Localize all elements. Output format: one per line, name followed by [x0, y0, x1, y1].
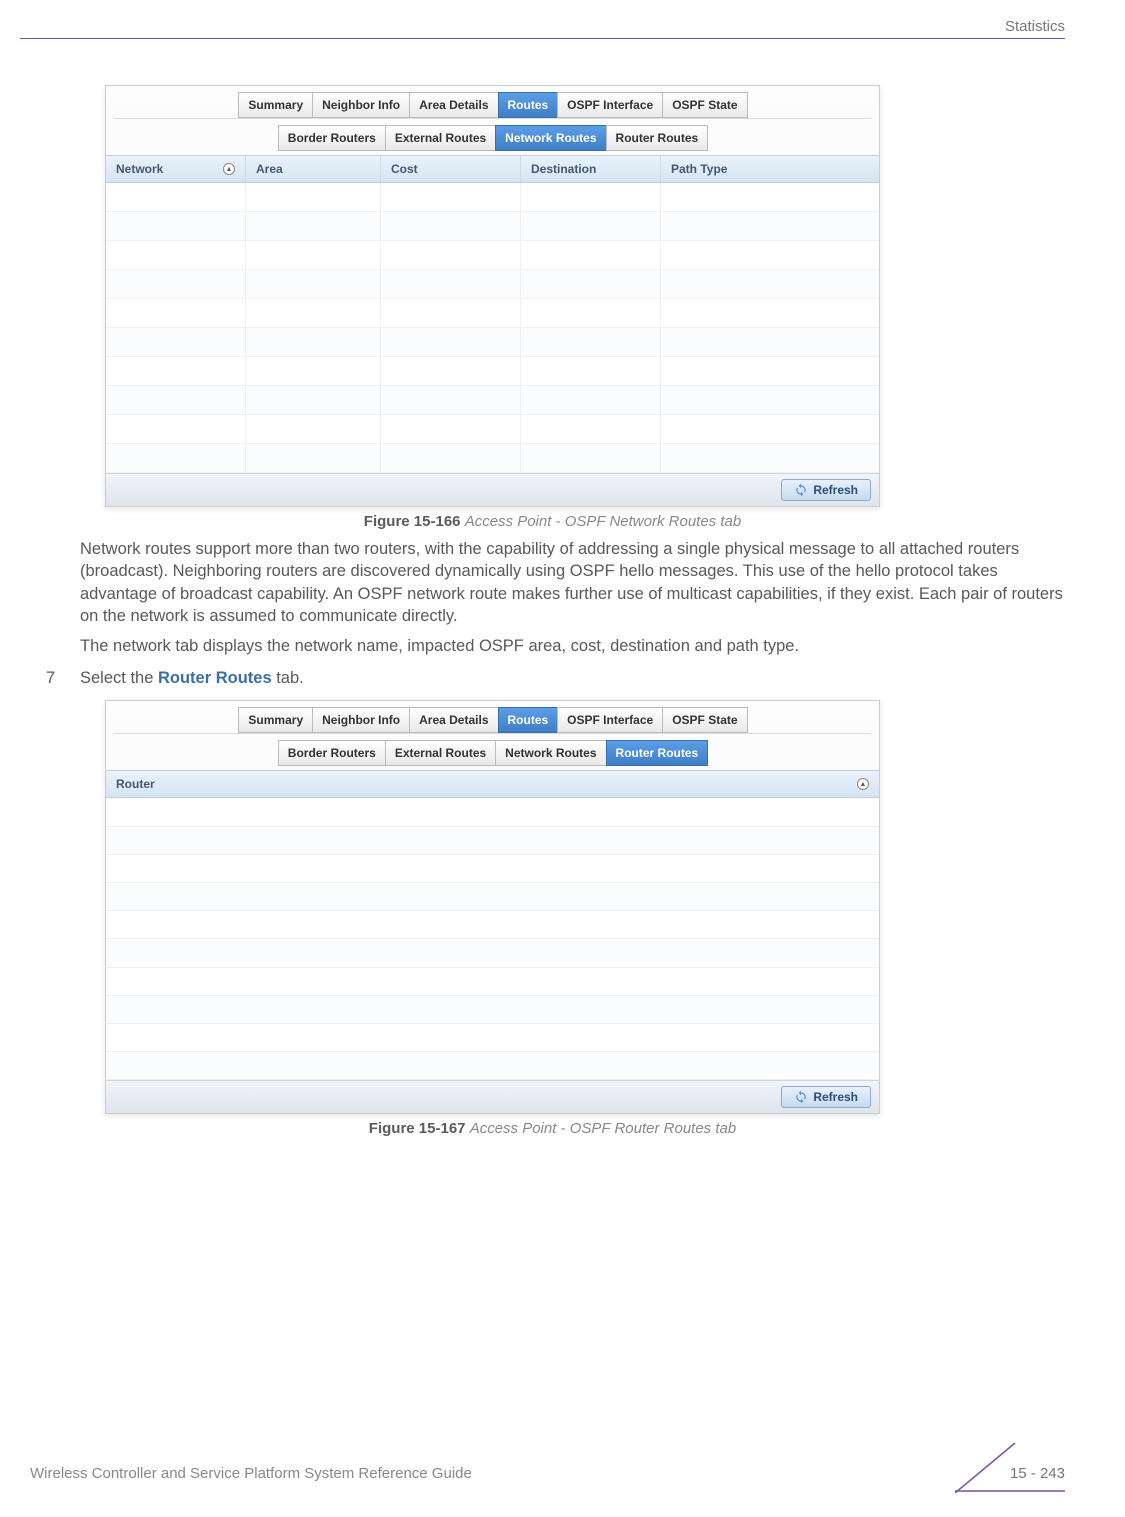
sort-icon[interactable]: ▲	[223, 163, 235, 175]
tab-routes-2[interactable]: Routes	[498, 707, 559, 733]
sort-icon[interactable]: ▲	[857, 778, 869, 790]
table-row	[106, 212, 879, 241]
page-footer: Wireless Controller and Service Platform…	[30, 1455, 1065, 1491]
sub-tabs-row: Border Routers External Routes Network R…	[106, 119, 879, 151]
table-row	[106, 939, 879, 967]
tab-ospf-state-2[interactable]: OSPF State	[662, 707, 747, 733]
table-row	[106, 798, 879, 826]
column-label: Network	[116, 162, 163, 176]
figure-text: Access Point - OSPF Router Routes tab	[470, 1120, 737, 1137]
table-row	[106, 1024, 879, 1052]
column-label: Router	[116, 777, 155, 791]
refresh-label: Refresh	[813, 1090, 858, 1104]
tab-summary-2[interactable]: Summary	[238, 707, 313, 733]
page-number-box: 15 - 243	[955, 1455, 1065, 1491]
tab-area-details-2[interactable]: Area Details	[409, 707, 498, 733]
subtab-external-routes-2[interactable]: External Routes	[385, 740, 496, 766]
paragraph-2: The network tab displays the network nam…	[80, 635, 1065, 657]
figure-caption-1: Figure 15-166 Access Point - OSPF Networ…	[40, 513, 1065, 530]
subtab-network-routes-2[interactable]: Network Routes	[495, 740, 606, 766]
main-tabs-row-2: Summary Neighbor Info Area Details Route…	[106, 701, 879, 733]
table-row	[106, 299, 879, 328]
step-7: 7 Select the Router Routes tab.	[40, 669, 1065, 688]
table-row	[106, 270, 879, 299]
subtab-router-routes-2[interactable]: Router Routes	[606, 740, 709, 766]
table-body	[106, 183, 879, 473]
header-rule	[20, 38, 1065, 39]
page-header-section: Statistics	[1005, 18, 1065, 35]
column-path-type[interactable]: Path Type	[661, 156, 879, 182]
panel-footer-2: Refresh	[106, 1080, 879, 1113]
column-router[interactable]: Router ▲	[106, 771, 879, 797]
table-row	[106, 911, 879, 939]
refresh-label: Refresh	[813, 483, 858, 497]
column-destination[interactable]: Destination	[521, 156, 661, 182]
figure-text: Access Point - OSPF Network Routes tab	[465, 513, 742, 530]
subtab-network-routes[interactable]: Network Routes	[495, 125, 606, 151]
refresh-button[interactable]: Refresh	[781, 479, 871, 501]
tab-ospf-interface[interactable]: OSPF Interface	[557, 92, 663, 118]
table-row	[106, 183, 879, 212]
paragraph-1: Network routes support more than two rou…	[80, 538, 1065, 627]
page-number: 15 - 243	[1010, 1465, 1065, 1482]
subtab-router-routes[interactable]: Router Routes	[606, 125, 709, 151]
figure-caption-2: Figure 15-167 Access Point - OSPF Router…	[40, 1120, 1065, 1137]
step-text: Select the Router Routes tab.	[80, 669, 304, 688]
table-row	[106, 444, 879, 473]
refresh-button-2[interactable]: Refresh	[781, 1086, 871, 1108]
figure-label: Figure 15-167	[369, 1120, 466, 1137]
column-area[interactable]: Area	[246, 156, 381, 182]
table-row	[106, 357, 879, 386]
table-row	[106, 827, 879, 855]
column-network[interactable]: Network ▲	[106, 156, 246, 182]
table-row	[106, 855, 879, 883]
table-row	[106, 883, 879, 911]
table-row	[106, 328, 879, 357]
page-content: Summary Neighbor Info Area Details Route…	[40, 85, 1065, 1137]
tab-summary[interactable]: Summary	[238, 92, 313, 118]
table-body-2	[106, 798, 879, 1080]
tab-ospf-state[interactable]: OSPF State	[662, 92, 747, 118]
step-prefix: Select the	[80, 669, 158, 687]
step-number: 7	[40, 669, 80, 688]
step-suffix: tab.	[272, 669, 304, 687]
subtab-border-routers-2[interactable]: Border Routers	[278, 740, 386, 766]
tab-neighbor-info[interactable]: Neighbor Info	[312, 92, 410, 118]
subtab-external-routes[interactable]: External Routes	[385, 125, 496, 151]
tab-routes[interactable]: Routes	[498, 92, 559, 118]
panel-footer: Refresh	[106, 473, 879, 506]
table-header-row-2: Router ▲	[106, 770, 879, 798]
figure-router-routes-panel: Summary Neighbor Info Area Details Route…	[105, 700, 880, 1114]
table-row	[106, 1052, 879, 1080]
refresh-icon	[794, 1090, 808, 1104]
footer-doc-title: Wireless Controller and Service Platform…	[30, 1465, 472, 1482]
figure-network-routes-panel: Summary Neighbor Info Area Details Route…	[105, 85, 880, 507]
sub-tabs-row-2: Border Routers External Routes Network R…	[106, 734, 879, 766]
table-row	[106, 386, 879, 415]
subtab-border-routers[interactable]: Border Routers	[278, 125, 386, 151]
figure-label: Figure 15-166	[364, 513, 461, 530]
main-tabs-row: Summary Neighbor Info Area Details Route…	[106, 86, 879, 118]
column-cost[interactable]: Cost	[381, 156, 521, 182]
tab-ospf-interface-2[interactable]: OSPF Interface	[557, 707, 663, 733]
table-row	[106, 968, 879, 996]
table-row	[106, 996, 879, 1024]
refresh-icon	[794, 483, 808, 497]
table-row	[106, 241, 879, 270]
table-header-row: Network ▲ Area Cost Destination Path Typ…	[106, 155, 879, 183]
tab-area-details[interactable]: Area Details	[409, 92, 498, 118]
step-ref: Router Routes	[158, 669, 272, 687]
tab-neighbor-info-2[interactable]: Neighbor Info	[312, 707, 410, 733]
table-row	[106, 415, 879, 444]
